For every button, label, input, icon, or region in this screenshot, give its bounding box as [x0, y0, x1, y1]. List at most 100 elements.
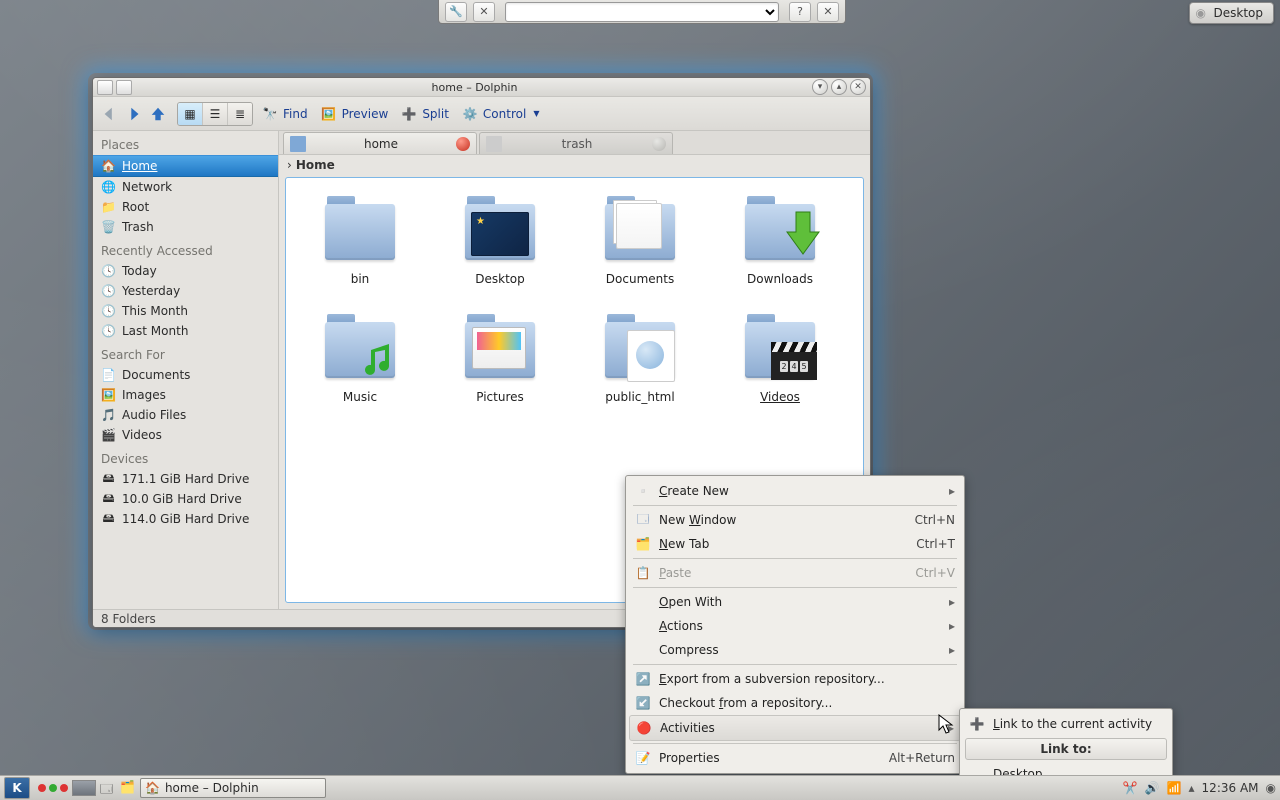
- tab-close-icon[interactable]: [456, 137, 470, 151]
- close-button[interactable]: ✕: [850, 79, 866, 95]
- folder-icon: [290, 136, 306, 152]
- keep-above-icon[interactable]: [116, 80, 132, 95]
- sidebar-item-documents[interactable]: 📄Documents: [93, 365, 278, 385]
- devices-header: Devices: [93, 445, 278, 469]
- sidebar-item-network[interactable]: 🌐Network: [93, 177, 278, 197]
- help-button[interactable]: ?: [789, 2, 811, 22]
- kickoff-button[interactable]: K: [4, 777, 30, 799]
- sidebar-item-videos[interactable]: 🎬Videos: [93, 425, 278, 445]
- menu-checkout[interactable]: ↙️Checkout from a repository...: [629, 691, 961, 715]
- folder-bin[interactable]: bin: [290, 188, 430, 306]
- activity-dots[interactable]: [38, 784, 68, 792]
- window-icon[interactable]: [97, 80, 113, 95]
- gear-icon: ⚙️: [461, 105, 479, 123]
- maximize-button[interactable]: ▴: [831, 79, 847, 95]
- sidebar-item-last-month[interactable]: 🕓Last Month: [93, 321, 278, 341]
- titlebar: home – Dolphin ▾ ▴ ✕: [93, 78, 870, 97]
- menu-separator: [633, 743, 957, 744]
- sidebar-item-drive[interactable]: 🖴171.1 GiB Hard Drive: [93, 469, 278, 489]
- trash-icon: 🗑️: [101, 220, 116, 235]
- menu-new-tab[interactable]: 🗂️New TabCtrl+T: [629, 532, 961, 556]
- titlebar-buttons: ▾ ▴ ✕: [812, 79, 870, 95]
- folder-music[interactable]: Music: [290, 306, 430, 424]
- desktop-badge[interactable]: Desktop: [1189, 2, 1275, 24]
- tab-close-icon[interactable]: [652, 137, 666, 151]
- context-menu: ▫️Create New▸ 🗔New WindowCtrl+N 🗂️New Ta…: [625, 475, 965, 774]
- find-button[interactable]: 🔭Find: [257, 105, 312, 123]
- menu-paste: 📋PasteCtrl+V: [629, 561, 961, 585]
- sidebar-item-drive[interactable]: 🖴114.0 GiB Hard Drive: [93, 509, 278, 529]
- menu-separator: [633, 587, 957, 588]
- clock-icon: 🕓: [101, 264, 116, 279]
- menu-compress[interactable]: Compress▸: [629, 638, 961, 662]
- wrench-icon[interactable]: 🔧: [445, 2, 467, 22]
- submenu-header: Link to:: [965, 738, 1167, 760]
- split-icon: ➕: [400, 105, 418, 123]
- back-button[interactable]: [99, 103, 121, 125]
- tab-home[interactable]: home: [283, 132, 477, 154]
- sidebar-item-yesterday[interactable]: 🕓Yesterday: [93, 281, 278, 301]
- top-combo[interactable]: [505, 2, 779, 22]
- home-icon: 🏠: [101, 159, 116, 174]
- submenu-link-current[interactable]: ➕Link to the current activity: [963, 712, 1169, 736]
- preview-button[interactable]: 🖼️Preview: [316, 105, 393, 123]
- chevron-right-icon: ▸: [949, 619, 955, 633]
- split-button[interactable]: ➕Split: [396, 105, 453, 123]
- globe-icon: 🌐: [101, 180, 116, 195]
- menu-create-new[interactable]: ▫️Create New▸: [629, 479, 961, 503]
- menu-properties[interactable]: 📝PropertiesAlt+Return: [629, 746, 961, 770]
- menu-new-window[interactable]: 🗔New WindowCtrl+N: [629, 508, 961, 532]
- menu-export-svn[interactable]: ↗️Export from a subversion repository...: [629, 667, 961, 691]
- folder-downloads[interactable]: Downloads: [710, 188, 850, 306]
- control-button[interactable]: ⚙️Control▼: [457, 105, 544, 123]
- expand-tray-icon[interactable]: ▴: [1189, 781, 1195, 795]
- sidebar-item-images[interactable]: 🖼️Images: [93, 385, 278, 405]
- tab-trash[interactable]: trash: [479, 132, 673, 154]
- clock-icon: 🕓: [101, 324, 116, 339]
- activities-icon: 🔴: [636, 720, 652, 736]
- clock[interactable]: 12:36 AM: [1202, 781, 1259, 795]
- cashew-icon[interactable]: ◉: [1266, 781, 1276, 795]
- sidebar-item-home[interactable]: 🏠Home: [93, 155, 278, 177]
- home-icon: 🏠: [145, 781, 160, 795]
- icons-view-button[interactable]: ▦: [178, 103, 203, 125]
- properties-icon: 📝: [635, 750, 651, 766]
- menu-activities[interactable]: 🔴Activities▸: [629, 715, 961, 741]
- top-mini-toolbar: 🔧 ✕ ? ✕: [438, 0, 846, 24]
- pager[interactable]: [72, 780, 96, 796]
- clock-icon: 🕓: [101, 284, 116, 299]
- taskbar-icon[interactable]: 🗔: [100, 780, 116, 796]
- folder-pictures[interactable]: Pictures: [430, 306, 570, 424]
- clipboard-tray-icon[interactable]: ✂️: [1123, 781, 1138, 795]
- sidebar-item-this-month[interactable]: 🕓This Month: [93, 301, 278, 321]
- folder-videos[interactable]: 245Videos: [710, 306, 850, 424]
- breadcrumb[interactable]: ›Home: [279, 155, 870, 175]
- tab-icon: 🗂️: [635, 536, 651, 552]
- trash-icon: [486, 136, 502, 152]
- menu-open-with[interactable]: Open With▸: [629, 590, 961, 614]
- taskbar-icon[interactable]: 🗂️: [120, 780, 136, 796]
- folder-publichtml[interactable]: public_html: [570, 306, 710, 424]
- clock-icon: 🕓: [101, 304, 116, 319]
- sidebar-item-drive[interactable]: 🖴10.0 GiB Hard Drive: [93, 489, 278, 509]
- sidebar-item-today[interactable]: 🕓Today: [93, 261, 278, 281]
- tools-icon[interactable]: ✕: [473, 2, 495, 22]
- network-tray-icon[interactable]: 📶: [1167, 781, 1182, 795]
- minimize-button[interactable]: ▾: [812, 79, 828, 95]
- chevron-right-icon: ›: [287, 158, 292, 172]
- compact-view-button[interactable]: ☰: [203, 103, 228, 125]
- forward-button[interactable]: [123, 103, 145, 125]
- close-top-button[interactable]: ✕: [817, 2, 839, 22]
- chevron-right-icon: ▸: [949, 643, 955, 657]
- sidebar-item-audio[interactable]: 🎵Audio Files: [93, 405, 278, 425]
- up-button[interactable]: [147, 103, 169, 125]
- sidebar-item-root[interactable]: 📁Root: [93, 197, 278, 217]
- details-view-button[interactable]: ≣: [228, 103, 252, 125]
- folder-documents[interactable]: Documents: [570, 188, 710, 306]
- volume-tray-icon[interactable]: 🔊: [1145, 781, 1160, 795]
- menu-actions[interactable]: Actions▸: [629, 614, 961, 638]
- task-button[interactable]: 🏠home – Dolphin: [140, 778, 326, 798]
- folder-desktop[interactable]: ★Desktop: [430, 188, 570, 306]
- nav-buttons: [99, 103, 169, 125]
- sidebar-item-trash[interactable]: 🗑️Trash: [93, 217, 278, 237]
